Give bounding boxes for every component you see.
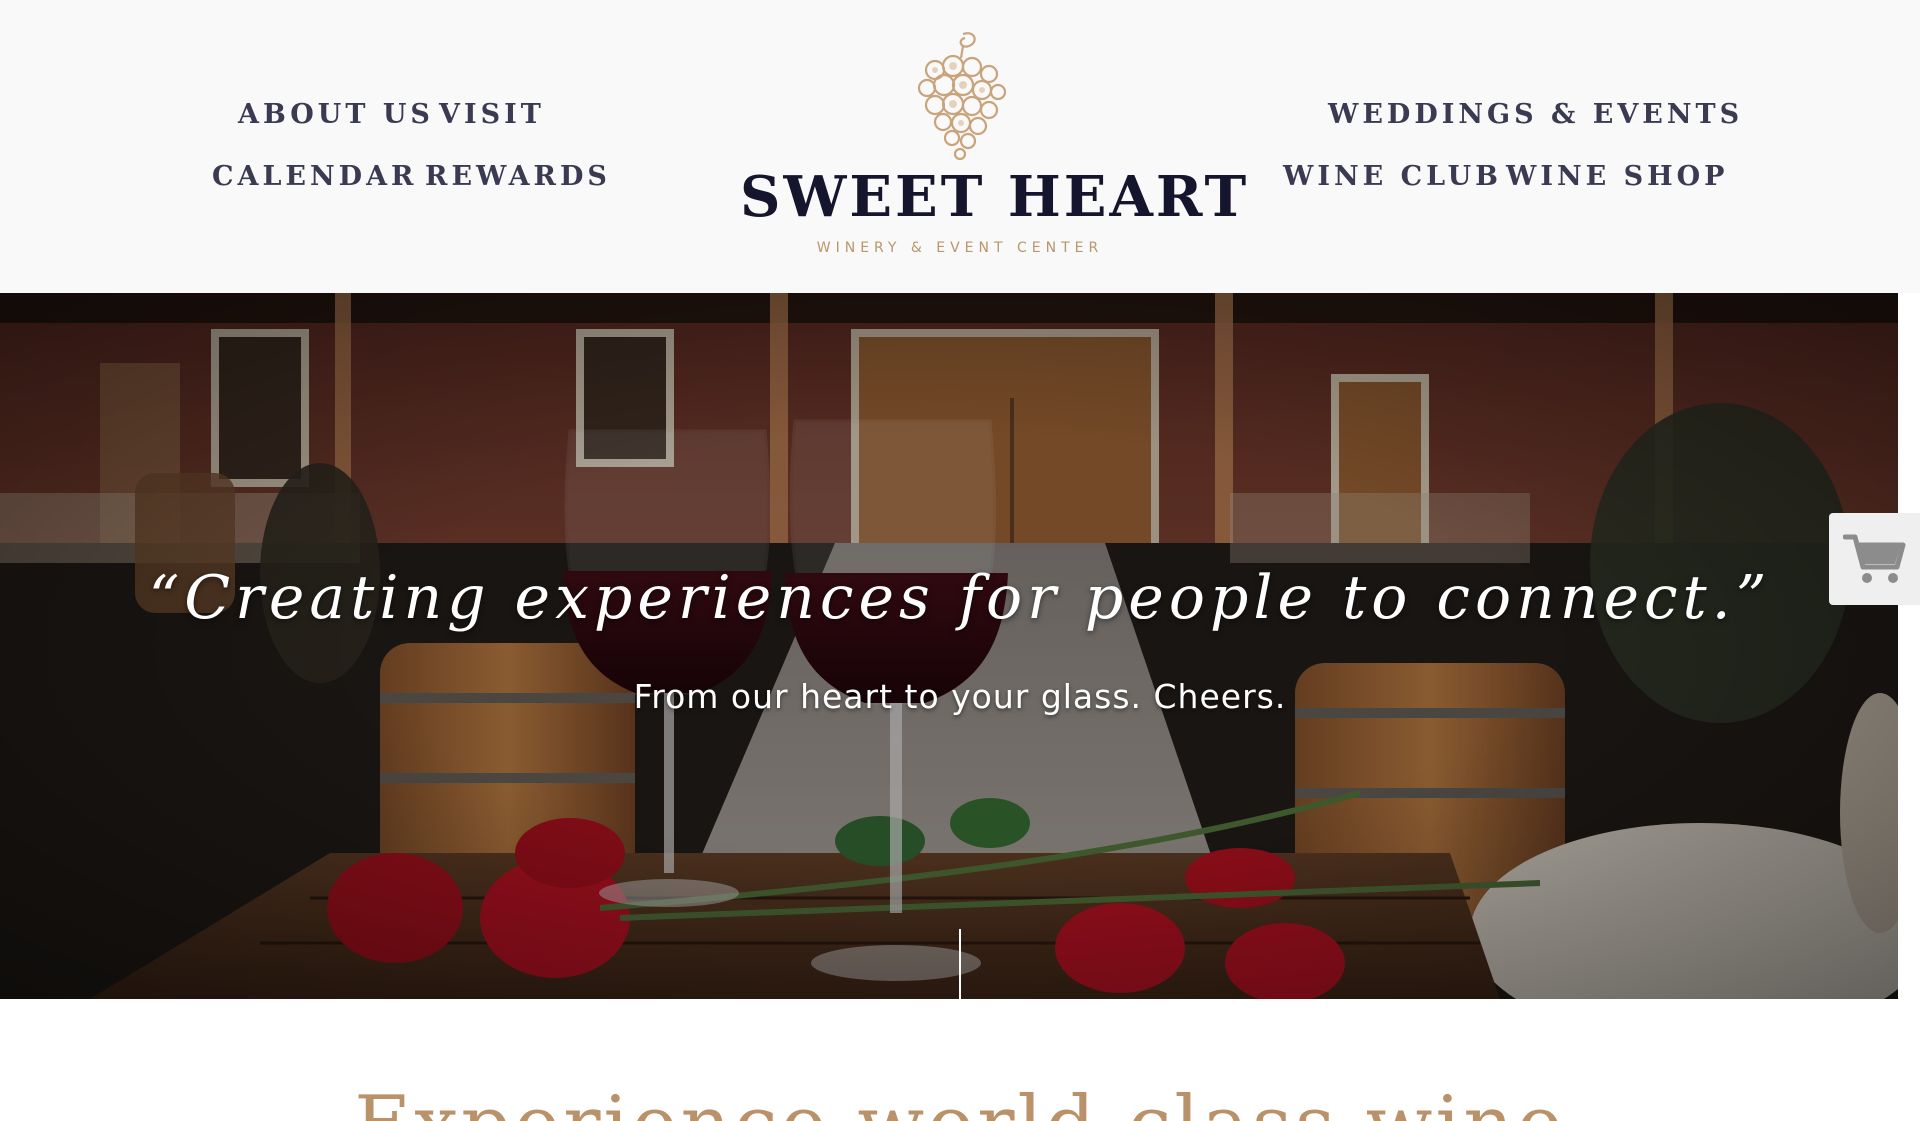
shopping-cart-icon xyxy=(1843,534,1906,583)
hero-quote: “Creating experiences for people to conn… xyxy=(148,563,1772,633)
nav-visit[interactable]: VISIT xyxy=(439,99,545,130)
nav-wine-shop[interactable]: WINE SHOP xyxy=(1506,161,1728,192)
nav-wine-club[interactable]: WINE CLUB xyxy=(1283,161,1502,192)
scroll-indicator-line xyxy=(959,929,961,999)
nav-about-us[interactable]: ABOUT US xyxy=(238,99,434,130)
site-logo[interactable]: SWEET HEART WINERY & EVENT CENTER xyxy=(740,30,1250,270)
hero-background-image xyxy=(0,293,1898,999)
hero-subtitle: From our heart to your glass. Cheers. xyxy=(633,677,1287,716)
logo-subtitle: WINERY & EVENT CENTER xyxy=(816,240,1104,256)
nav-weddings-events[interactable]: WEDDINGS & EVENTS xyxy=(1328,99,1743,130)
cart-button[interactable] xyxy=(1829,513,1920,605)
nav-calendar[interactable]: CALENDAR xyxy=(212,161,417,192)
section-heading: Experience world-class wine xyxy=(0,1090,1920,1121)
site-header: ABOUT US VISIT CALENDAR REWARDS WEDDINGS… xyxy=(0,0,1920,293)
grape-cluster-icon xyxy=(917,32,1007,160)
logo-wordmark: SWEET HEART xyxy=(740,164,1250,230)
section-heading-text: Experience world-class wine xyxy=(354,1090,1566,1121)
hero-banner: “Creating experiences for people to conn… xyxy=(0,293,1898,999)
nav-rewards[interactable]: REWARDS xyxy=(425,161,611,192)
